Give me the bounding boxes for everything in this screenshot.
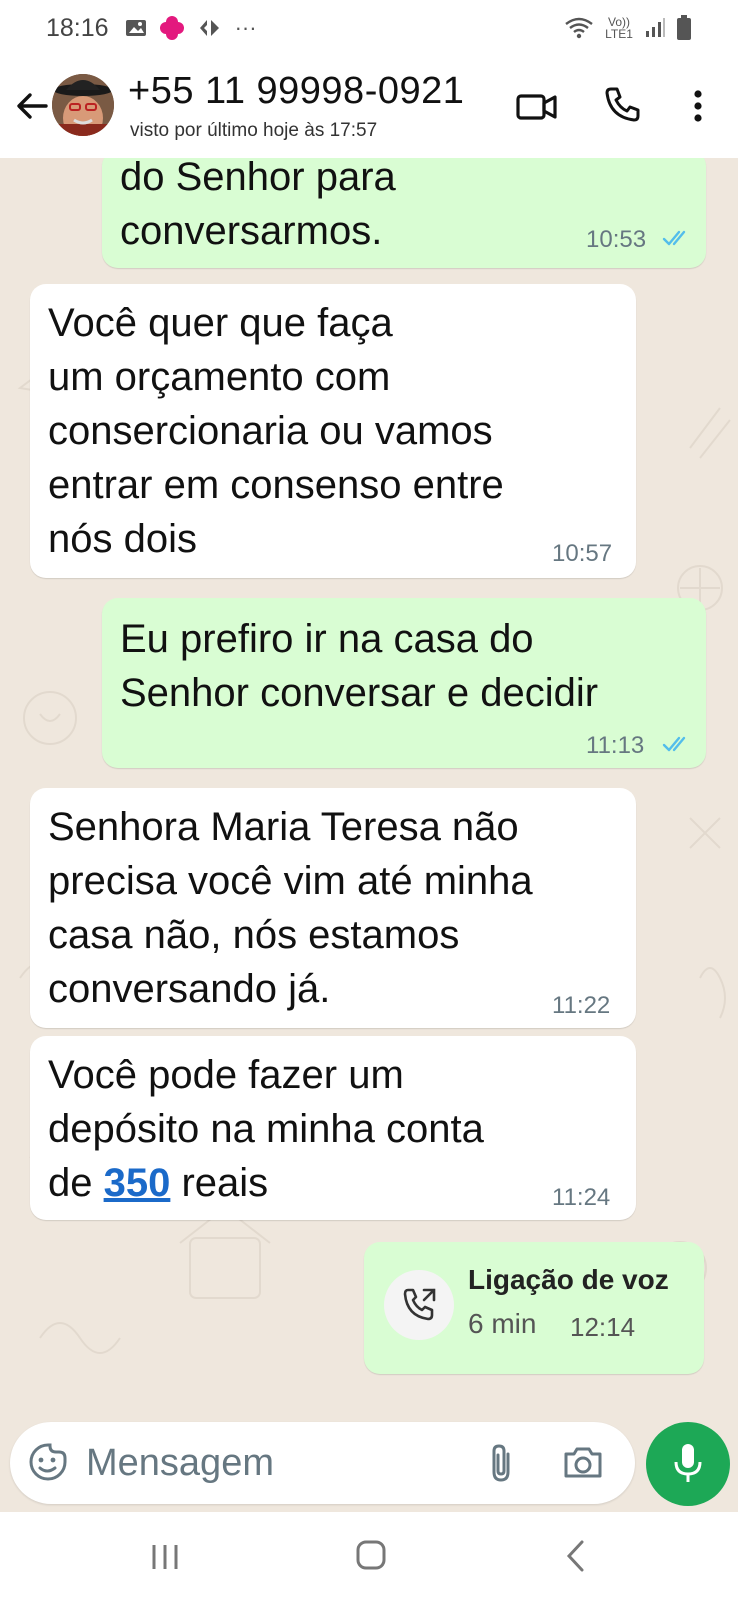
message-time: 11:24 (552, 1184, 611, 1211)
avatar[interactable] (52, 74, 114, 136)
phone-icon[interactable] (602, 84, 642, 124)
system-navigation-bar (0, 1512, 738, 1600)
battery-icon (677, 15, 691, 40)
message-time: 10:53 (586, 226, 647, 253)
read-ticks-icon (662, 736, 686, 752)
message-bubble-incoming[interactable]: Você pode fazer um depósito na minha con… (30, 1036, 636, 1220)
message-text: Senhora Maria Teresa não precisa você vi… (48, 805, 533, 1011)
wifi-icon (565, 17, 593, 39)
message-time: 12:14 (570, 1312, 636, 1342)
message-text-after: reais (170, 1161, 269, 1205)
status-bar: 18:16 ··· Vo)) LTE1 (0, 0, 738, 56)
message-text: Você quer que faça um orçamento com cons… (48, 301, 504, 561)
home-icon[interactable] (354, 1538, 388, 1572)
voice-call-icon-circle (384, 1270, 454, 1340)
more-notifications-icon: ··· (234, 15, 257, 40)
camera-icon[interactable] (562, 1442, 604, 1482)
arrow-left-icon[interactable] (12, 86, 52, 126)
network-label: Vo)) LTE1 (605, 15, 633, 41)
amount-link[interactable]: 350 (104, 1161, 171, 1205)
message-time: 11:13 (586, 732, 645, 759)
voice-call-duration: 6 min (468, 1308, 537, 1339)
kebab-menu-icon[interactable] (686, 86, 710, 126)
mic-button[interactable] (646, 1422, 730, 1506)
status-notification-icons: ··· (125, 15, 257, 41)
voice-call-title: Ligação de voz (468, 1264, 669, 1295)
avatar-photo (52, 74, 114, 136)
message-time: 10:57 (552, 540, 613, 567)
paperclip-icon[interactable] (484, 1442, 518, 1484)
message-text: do Senhor para conversarmos. (120, 158, 396, 253)
sticker-emoji-icon[interactable] (28, 1442, 68, 1482)
nav-back-icon[interactable] (564, 1538, 588, 1574)
message-time: 11:22 (552, 992, 611, 1019)
incoming-call-icon (403, 1288, 436, 1321)
chat-header: +55 11 99998-0921 visto por último hoje … (0, 56, 738, 158)
status-time: 18:16 (46, 13, 109, 42)
message-text: Você pode fazer um depósito na minha con… (48, 1048, 484, 1210)
status-system-icons: Vo)) LTE1 (564, 15, 692, 41)
flower-app-icon (159, 16, 184, 40)
gallery-icon (125, 20, 146, 36)
carrefour-icon (199, 20, 219, 36)
read-ticks-icon (662, 230, 686, 246)
recent-apps-icon[interactable] (148, 1542, 182, 1572)
chat-area[interactable]: do Senhor para conversarmos. 10:53 Você … (0, 158, 738, 1512)
message-input[interactable] (86, 1438, 466, 1488)
voice-call-bubble[interactable]: Ligação de voz 6 min 12:14 (364, 1242, 704, 1374)
message-text: Eu prefiro ir na casa do Senhor conversa… (120, 617, 599, 715)
video-camera-icon[interactable] (515, 86, 559, 126)
message-bubble-incoming[interactable]: Você quer que faça um orçamento com cons… (30, 284, 636, 578)
message-composer (10, 1422, 635, 1504)
message-bubble-incoming[interactable]: Senhora Maria Teresa não precisa você vi… (30, 788, 636, 1028)
microphone-icon (674, 1444, 702, 1482)
message-bubble-outgoing[interactable]: Eu prefiro ir na casa do Senhor conversa… (102, 598, 706, 768)
contact-name[interactable]: +55 11 99998-0921 (128, 70, 464, 113)
message-bubble-outgoing[interactable]: do Senhor para conversarmos. 10:53 (102, 158, 706, 268)
signal-icon (646, 18, 665, 37)
last-seen-status: visto por último hoje às 17:57 (130, 120, 378, 141)
